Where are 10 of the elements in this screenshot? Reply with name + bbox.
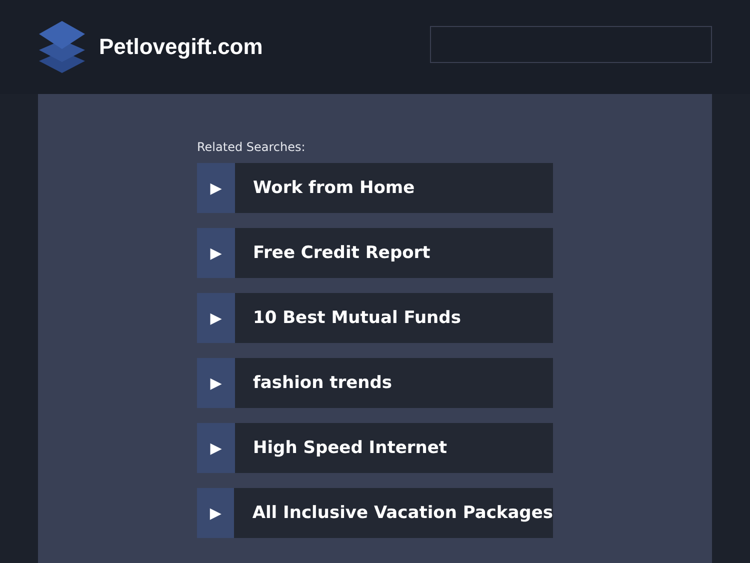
- related-search-link[interactable]: ▶ 10 Best Mutual Funds: [197, 293, 553, 343]
- search-field[interactable]: [430, 26, 712, 63]
- related-search-link[interactable]: ▶ Free Credit Report: [197, 228, 553, 278]
- related-search-link[interactable]: ▶ High Speed Internet: [197, 423, 553, 473]
- related-searches-label: Related Searches:: [197, 140, 306, 154]
- stacked-layers-icon: [37, 19, 87, 75]
- related-search-link[interactable]: ▶ All Inclusive Vacation Packages: [197, 488, 553, 538]
- related-search-link[interactable]: ▶ fashion trends: [197, 358, 553, 408]
- site-name: Petlovegift.com: [99, 34, 263, 60]
- related-search-link[interactable]: ▶ Work from Home: [197, 163, 553, 213]
